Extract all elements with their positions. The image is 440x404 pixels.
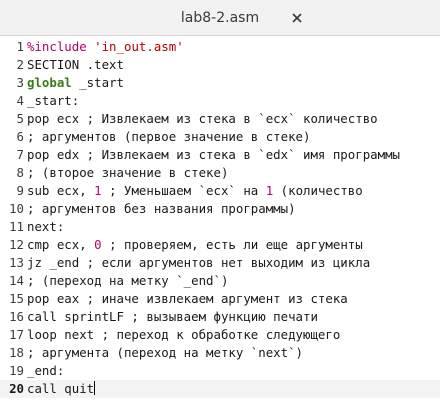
code-text[interactable]: call quit bbox=[27, 380, 96, 398]
line-number: 12 bbox=[9, 237, 24, 252]
line-number: 19 bbox=[9, 363, 24, 378]
code-token: pop ecx ; Извлекаем из стека в `ecx` кол… bbox=[27, 111, 378, 126]
code-line[interactable]: 16 call sprintLF ; вызываем функцию печат… bbox=[0, 308, 440, 326]
code-line[interactable]: 1 %include 'in_out.asm' bbox=[0, 38, 440, 56]
code-text[interactable]: global _start bbox=[27, 74, 124, 92]
code-token: 1 bbox=[94, 183, 102, 198]
code-line[interactable]: 14; (переход на метку `_end`) bbox=[0, 272, 440, 290]
code-text[interactable]: pop ecx ; Извлекаем из стека в `ecx` кол… bbox=[27, 110, 378, 128]
code-line[interactable]: 5 pop ecx ; Извлекаем из стека в `ecx` ко… bbox=[0, 110, 440, 128]
window-title: lab8-2.asm bbox=[180, 10, 260, 26]
code-text[interactable]: ; аргументов без названия программы) bbox=[27, 200, 296, 218]
code-token: _start bbox=[71, 75, 124, 90]
code-editor[interactable]: 1 %include 'in_out.asm' 2 SECTION .text 3 glo… bbox=[0, 36, 440, 404]
code-line[interactable]: 19 _end: bbox=[0, 362, 440, 380]
code-text[interactable]: ; аргумента (переход на метку `next`) bbox=[27, 344, 303, 362]
line-number: 1 bbox=[16, 39, 24, 54]
code-line[interactable]: 4 _start: bbox=[0, 92, 440, 110]
code-text[interactable]: pop eax ; иначе извлекаем аргумент из ст… bbox=[27, 290, 348, 308]
code-line[interactable]: 7 pop edx ; Извлекаем из стека в `edx` им… bbox=[0, 146, 440, 164]
line-number: 9 bbox=[16, 183, 24, 198]
code-line[interactable]: 10; аргументов без названия программы) bbox=[0, 200, 440, 218]
code-token: global bbox=[27, 75, 72, 90]
line-number: 5 bbox=[16, 111, 24, 126]
code-token: loop next ; переход к обработке следующе… bbox=[27, 327, 341, 342]
line-number: 11 bbox=[9, 219, 24, 234]
code-token: ; Уменьшаем `ecx` на bbox=[101, 183, 266, 198]
code-token: next: bbox=[27, 219, 65, 234]
code-line[interactable]: 13 jz _end ; если аргументов нет выходим … bbox=[0, 254, 440, 272]
code-text[interactable]: _start: bbox=[27, 92, 79, 110]
line-number: 18 bbox=[9, 345, 24, 360]
close-icon bbox=[292, 13, 302, 23]
code-token: ; проверяем, есть ли еще аргументы bbox=[101, 237, 363, 252]
code-token: pop eax ; иначе извлекаем аргумент из ст… bbox=[27, 291, 348, 306]
line-number: 20 bbox=[9, 381, 24, 396]
line-number: 15 bbox=[9, 291, 24, 306]
title-bar: lab8-2.asm bbox=[0, 0, 440, 36]
line-number: 17 bbox=[9, 327, 24, 342]
line-number: 2 bbox=[16, 57, 24, 72]
line-number: 4 bbox=[16, 93, 24, 108]
text-cursor bbox=[94, 381, 96, 395]
code-token: ; аргументов (первое значение в стеке) bbox=[27, 129, 311, 144]
code-line[interactable]: 15 pop eax ; иначе извлекаем аргумент из … bbox=[0, 290, 440, 308]
close-tab-button[interactable] bbox=[288, 9, 306, 27]
code-token: cmp ecx, bbox=[27, 237, 95, 252]
line-number: 10 bbox=[9, 201, 24, 216]
line-number: 8 bbox=[16, 165, 24, 180]
code-line[interactable]: 17 loop next ; переход к обработке следую… bbox=[0, 326, 440, 344]
code-token: (количество bbox=[273, 183, 363, 198]
line-number: 3 bbox=[16, 75, 24, 90]
code-text[interactable]: loop next ; переход к обработке следующе… bbox=[27, 326, 340, 344]
code-text[interactable]: pop edx ; Извлекаем из стека в `edx` имя… bbox=[27, 146, 400, 164]
code-line[interactable]: 11 next: bbox=[0, 218, 440, 236]
code-token: sub ecx, bbox=[27, 183, 95, 198]
code-text[interactable]: ; (переход на метку `_end`) bbox=[27, 272, 228, 290]
code-line[interactable]: 2 SECTION .text bbox=[0, 56, 440, 74]
code-line[interactable]: 20 call quit bbox=[0, 380, 440, 398]
code-line[interactable]: 18; аргумента (переход на метку `next`) bbox=[0, 344, 440, 362]
code-token: pop edx ; Извлекаем из стека в `edx` имя… bbox=[27, 147, 400, 162]
code-token: jz _end ; если аргументов нет выходим из… bbox=[27, 255, 371, 270]
code-text[interactable]: jz _end ; если аргументов нет выходим из… bbox=[27, 254, 370, 272]
code-token: 0 bbox=[94, 237, 102, 252]
code-token: _end: bbox=[27, 363, 65, 378]
code-token: ; (переход на метку `_end`) bbox=[27, 273, 229, 288]
code-text[interactable]: cmp ecx, 0 ; проверяем, есть ли еще аргу… bbox=[27, 236, 363, 254]
code-text[interactable]: next: bbox=[27, 218, 64, 236]
code-line[interactable]: 9 sub ecx, 1 ; Уменьшаем `ecx` на 1 (коли… bbox=[0, 182, 440, 200]
code-token: call sprintLF ; вызываем функцию печати bbox=[27, 309, 318, 324]
code-text[interactable]: ; аргументов (первое значение в стеке) bbox=[27, 128, 310, 146]
code-text[interactable]: sub ecx, 1 ; Уменьшаем `ecx` на 1 (колич… bbox=[27, 182, 363, 200]
line-number: 6 bbox=[16, 129, 24, 144]
line-number: 16 bbox=[9, 309, 24, 324]
line-number: 14 bbox=[9, 273, 24, 288]
code-text[interactable]: ; (второе значение в стеке) bbox=[27, 164, 228, 182]
code-token: ; (второе значение в стеке) bbox=[27, 165, 229, 180]
line-number: 13 bbox=[9, 255, 24, 270]
code-line[interactable]: 8; (второе значение в стеке) bbox=[0, 164, 440, 182]
code-token: call quit bbox=[27, 381, 95, 396]
code-text[interactable]: call sprintLF ; вызываем функцию печати bbox=[27, 308, 318, 326]
code-line[interactable]: 6; аргументов (первое значение в стеке) bbox=[0, 128, 440, 146]
code-token: ; аргументов без названия программы) bbox=[27, 201, 296, 216]
code-token: SECTION .text bbox=[27, 57, 124, 72]
code-text[interactable]: _end: bbox=[27, 362, 64, 380]
line-number: 7 bbox=[16, 147, 24, 162]
code-token: ; аргумента (переход на метку `next`) bbox=[27, 345, 304, 360]
code-text[interactable]: %include 'in_out.asm' bbox=[27, 38, 184, 56]
code-token: %include bbox=[27, 39, 95, 54]
code-line[interactable]: 3 global _start bbox=[0, 74, 440, 92]
code-text[interactable]: SECTION .text bbox=[27, 56, 124, 74]
code-line[interactable]: 12 cmp ecx, 0 ; проверяем, есть ли еще ар… bbox=[0, 236, 440, 254]
code-token: _start: bbox=[27, 93, 80, 108]
code-token: 'in_out.asm' bbox=[94, 39, 184, 54]
